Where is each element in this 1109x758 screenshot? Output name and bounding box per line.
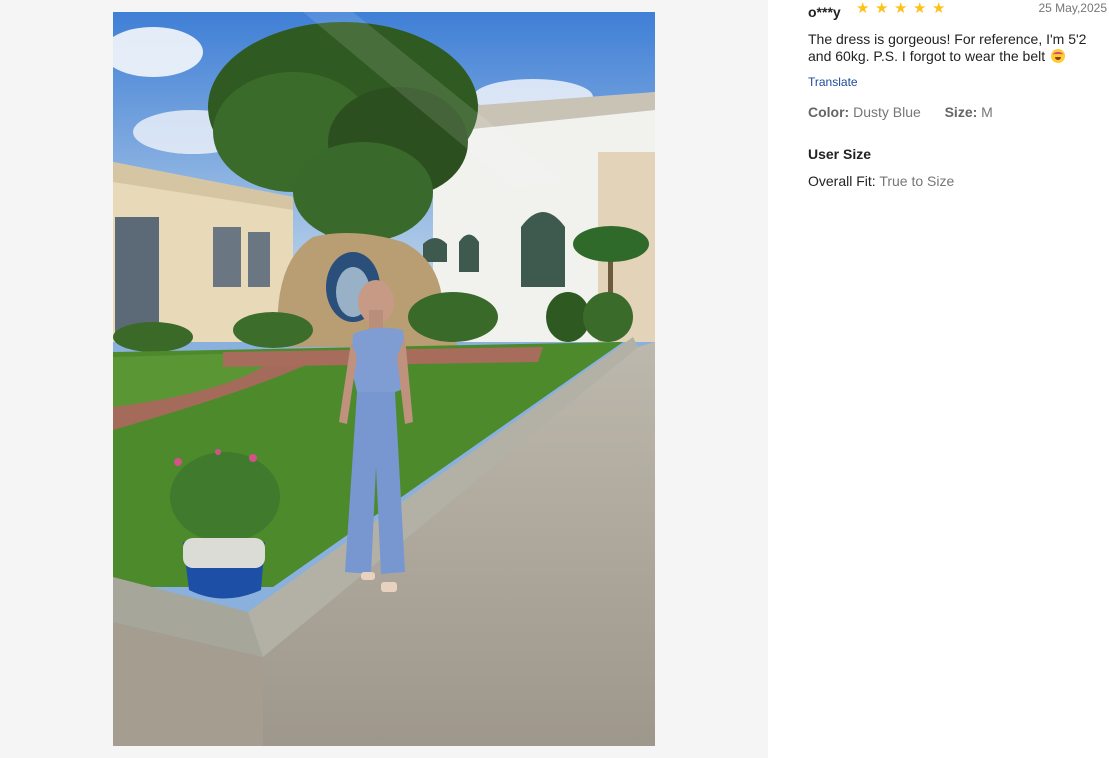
color-value: Dusty Blue: [853, 104, 921, 120]
review-header: o***y ★ ★ ★ ★ ★ 25 May,2025: [808, 0, 1108, 24]
review-panel: o***y ★ ★ ★ ★ ★ 25 May,2025 The dress is…: [808, 0, 1108, 758]
star-icon: ★: [856, 0, 870, 17]
star-rating: ★ ★ ★ ★ ★: [856, 1, 951, 16]
star-icon: ★: [932, 0, 946, 17]
translate-link[interactable]: Translate: [808, 75, 858, 89]
review-photo[interactable]: [113, 12, 655, 746]
review-text: The dress is gorgeous! For reference, I'…: [808, 31, 1087, 64]
review-photo-viewer: [0, 0, 768, 758]
review-body: The dress is gorgeous! For reference, I'…: [808, 31, 1098, 65]
size-value: M: [981, 104, 993, 120]
reviewer-name: o***y: [808, 4, 841, 20]
star-icon: ★: [894, 0, 908, 17]
overall-fit-row: Overall Fit: True to Size: [808, 173, 954, 189]
overall-fit-value: True to Size: [879, 173, 955, 189]
purchase-attributes: Color: Dusty Blue Size: M: [808, 104, 993, 120]
overall-fit-label: Overall Fit:: [808, 173, 876, 189]
review-date: 25 May,2025: [1038, 1, 1108, 15]
size-label: Size:: [944, 104, 978, 120]
star-icon: ★: [875, 0, 889, 17]
heart-eyes-emoji-icon: [1051, 49, 1066, 63]
user-size-title: User Size: [808, 146, 872, 162]
color-label: Color:: [808, 104, 850, 120]
star-icon: ★: [913, 0, 927, 17]
